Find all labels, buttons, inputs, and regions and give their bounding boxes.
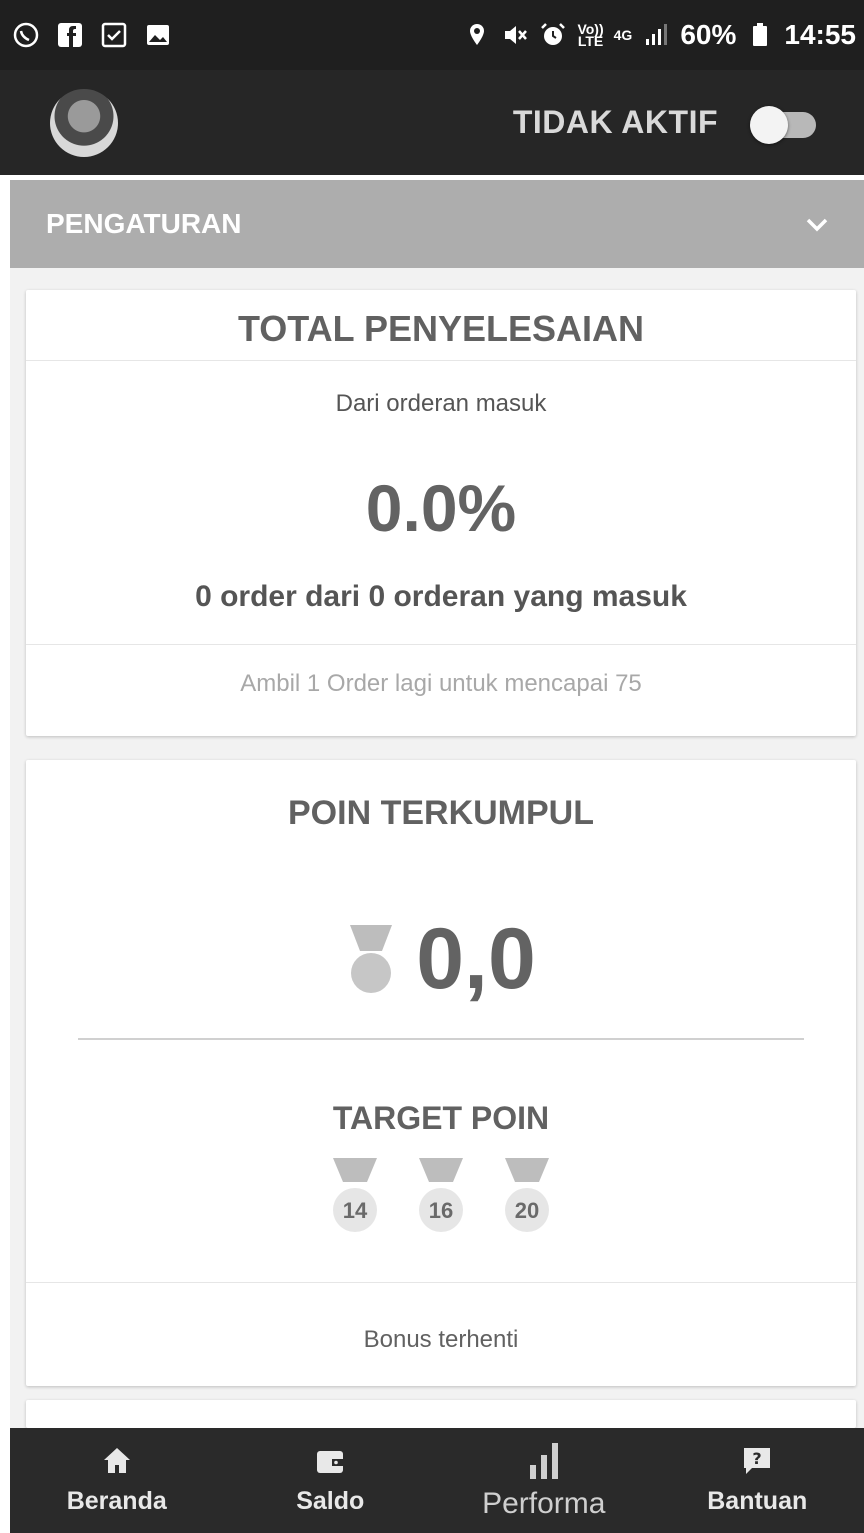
- points-row: 0,0: [26, 910, 856, 1009]
- medal-icon: [419, 1158, 463, 1232]
- medal-icon: [333, 1158, 377, 1232]
- nav-label: Bantuan: [707, 1487, 808, 1515]
- nav-beranda[interactable]: Beranda: [10, 1445, 224, 1516]
- completion-percent: 0.0%: [365, 471, 517, 545]
- points-card: POIN TERKUMPUL 0,0 TARGET POIN 14 16 20 …: [26, 760, 856, 1386]
- gallery-icon: [147, 25, 169, 45]
- points-value: 0,0: [416, 911, 536, 1007]
- clock: 14:55: [784, 19, 856, 50]
- app-header: TIDAK AKTIF: [0, 70, 864, 175]
- volte-indicator: Vo)) LTE: [577, 22, 604, 49]
- whatsapp-icon: [13, 22, 39, 48]
- avatar[interactable]: [50, 88, 118, 157]
- settings-title: PENGATURAN: [46, 208, 242, 239]
- nav-saldo[interactable]: Saldo: [224, 1445, 438, 1516]
- facebook-icon: [58, 23, 82, 47]
- completion-footer: Ambil 1 Order lagi untuk mencapai 75: [240, 670, 642, 697]
- completion-summary: 0 order dari 0 orderan yang masuk: [195, 580, 687, 613]
- nav-label: Saldo: [296, 1487, 365, 1515]
- settings-dropdown[interactable]: PENGATURAN: [10, 180, 864, 268]
- medal-icon: [350, 924, 393, 993]
- bottom-nav: Beranda Saldo Performa ? Bantuan: [10, 1428, 864, 1533]
- network-indicator: 4G: [613, 27, 633, 43]
- chevron-down-icon: [806, 218, 828, 232]
- nav-performa[interactable]: Performa: [437, 1441, 651, 1521]
- home-icon: [103, 1448, 130, 1473]
- target-list: 14 16 20: [26, 1156, 856, 1238]
- active-toggle[interactable]: [750, 105, 816, 144]
- points-title: POIN TERKUMPUL: [288, 794, 594, 832]
- status-bar: Vo)) LTE 4G 60% 14:55: [0, 0, 864, 70]
- toggle-knob: [750, 105, 788, 144]
- bonus-status: Bonus terhenti: [363, 1326, 519, 1353]
- notification-icons: [12, 21, 172, 49]
- help-icon: ?: [744, 1448, 771, 1474]
- divider: [26, 1282, 856, 1283]
- target-badge: 16: [415, 1156, 467, 1238]
- target-value: 14: [342, 1198, 368, 1223]
- battery-icon: [753, 23, 768, 46]
- divider: [26, 360, 856, 361]
- alarm-icon: [541, 23, 566, 45]
- svg-text:?: ?: [753, 1449, 762, 1468]
- driver-status-label: TIDAK AKTIF: [512, 104, 718, 140]
- nav-bantuan[interactable]: ? Bantuan: [651, 1445, 864, 1516]
- completion-title: TOTAL PENYELESAIAN: [237, 308, 645, 349]
- target-badge: 20: [501, 1156, 553, 1238]
- divider: [78, 1038, 804, 1040]
- target-value: 20: [514, 1198, 540, 1223]
- completion-card: TOTAL PENYELESAIAN Dari orderan masuk 0.…: [26, 290, 856, 736]
- next-card: [26, 1400, 856, 1428]
- lte-label: LTE: [577, 33, 604, 49]
- medal-icon: [505, 1158, 549, 1232]
- checkbox-icon: [101, 22, 127, 48]
- location-icon: [470, 24, 485, 45]
- mute-icon: [505, 26, 528, 44]
- target-badge: 14: [329, 1156, 381, 1238]
- bar-chart-icon: [529, 1442, 558, 1479]
- signal-icon: [646, 24, 668, 45]
- battery-percent: 60%: [680, 19, 737, 50]
- wallet-icon: [317, 1451, 344, 1473]
- nav-label: Beranda: [66, 1487, 167, 1515]
- divider: [26, 644, 856, 645]
- completion-subtitle: Dari orderan masuk: [335, 390, 547, 417]
- nav-label: Performa: [482, 1486, 606, 1520]
- target-value: 16: [428, 1198, 454, 1223]
- target-title: TARGET POIN: [332, 1100, 550, 1136]
- system-status: Vo)) LTE 4G 60% 14:55: [463, 19, 856, 51]
